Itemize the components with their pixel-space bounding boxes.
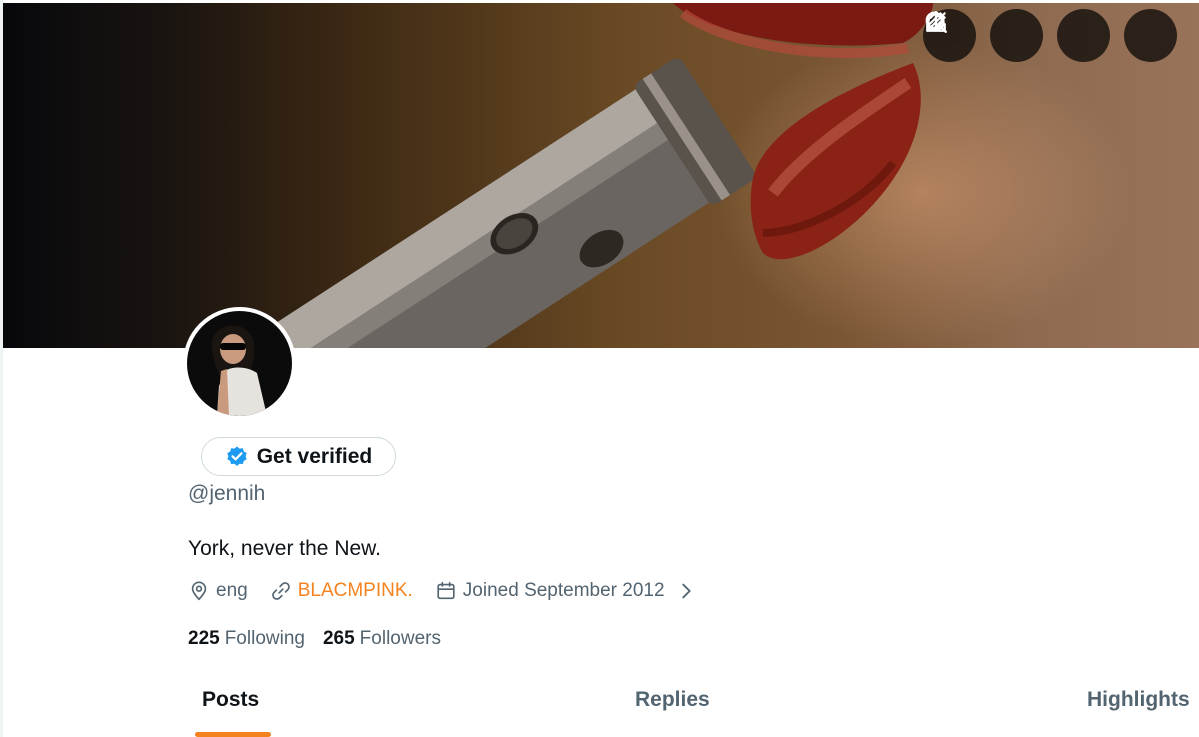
website-item[interactable]: BLACMPINK. (270, 580, 413, 602)
avatar[interactable] (183, 307, 296, 420)
tab-posts[interactable]: Posts (202, 688, 259, 712)
profile-stats: 225 Following 265 Followers (188, 628, 459, 650)
verified-badge-icon (227, 446, 247, 466)
website-link[interactable]: BLACMPINK. (298, 580, 413, 602)
active-tab-indicator (195, 732, 271, 737)
edit-button[interactable] (926, 9, 1110, 62)
link-icon (271, 582, 290, 600)
tab-highlights[interactable]: Highlights (1087, 688, 1190, 712)
search-button[interactable] (925, 9, 1043, 62)
calendar-icon (437, 581, 455, 600)
location-item: eng (188, 580, 248, 602)
following-label: Following (224, 628, 305, 649)
joined-text: Joined September 2012 (462, 580, 665, 601)
location-pin-icon (191, 581, 207, 601)
location-text: eng (216, 580, 248, 601)
profile-tabs: Posts Replies Highlights (3, 672, 1199, 737)
tab-replies[interactable]: Replies (635, 688, 710, 712)
following-link[interactable]: 225 Following (188, 628, 305, 650)
chevron-right-icon (681, 583, 691, 599)
joined-item[interactable]: Joined September 2012 (435, 580, 697, 602)
following-count: 225 (188, 628, 220, 649)
share-button[interactable] (926, 9, 1177, 62)
share-icon (926, 11, 946, 32)
profile-meta: eng BLACMPINK. Joined September 2012 (188, 580, 719, 602)
profile-handle: @jennih (188, 482, 266, 505)
profile-bio: York, never the New. (188, 537, 381, 560)
profile-banner[interactable] (3, 3, 1199, 348)
get-verified-button[interactable]: Get verified (201, 437, 396, 476)
followers-count: 265 (322, 628, 355, 649)
get-verified-label: Get verified (256, 444, 373, 468)
avatar-image (187, 311, 292, 416)
followers-label: Followers (359, 628, 441, 649)
followers-link[interactable]: 265 Followers (323, 628, 441, 650)
banner-actions (923, 9, 1177, 62)
